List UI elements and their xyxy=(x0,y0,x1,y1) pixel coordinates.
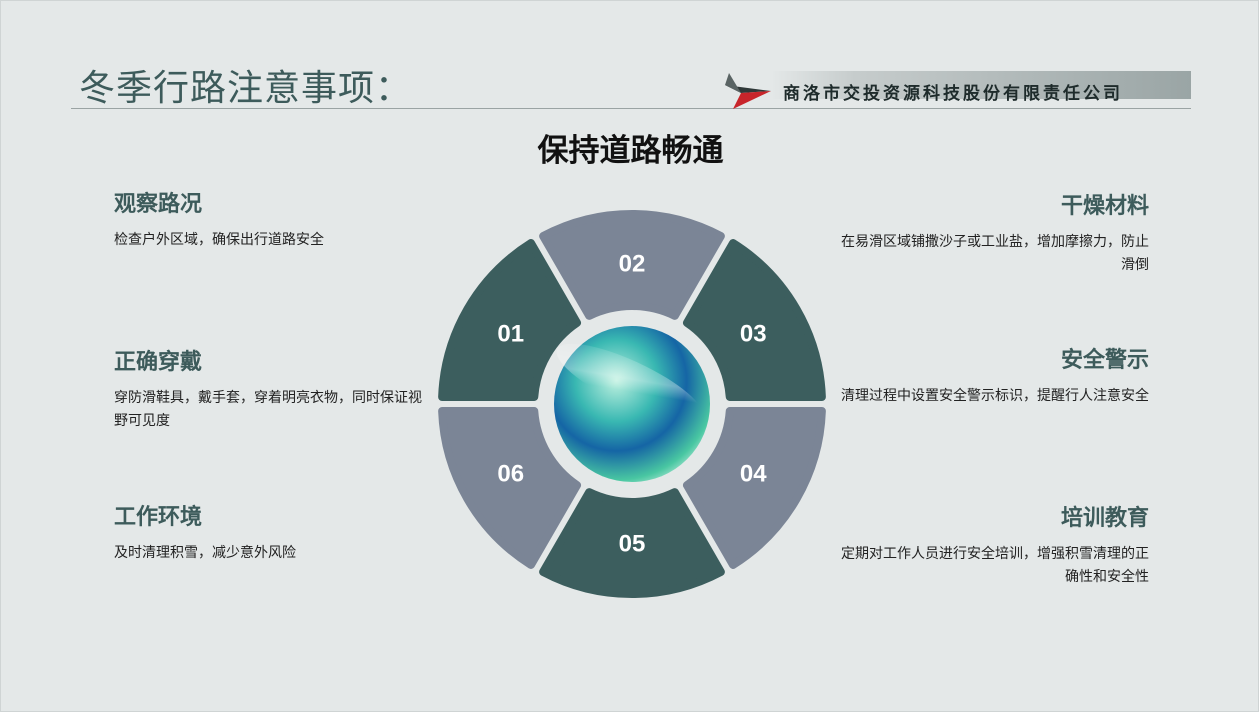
slide: 冬季行路注意事项： 商洛市交投资源科技股份有限责任公司 保持道路畅通 观察路况 … xyxy=(0,0,1259,712)
segment-label-05: 05 xyxy=(619,531,646,558)
segment-label-04: 04 xyxy=(740,461,767,488)
cycle-diagram: 01 02 03 04 05 06 xyxy=(438,210,826,598)
segment-label-06: 06 xyxy=(497,461,524,488)
segment-label-01: 01 xyxy=(497,321,524,348)
segment-label-02: 02 xyxy=(619,251,646,278)
segment-label-03: 03 xyxy=(740,321,767,348)
